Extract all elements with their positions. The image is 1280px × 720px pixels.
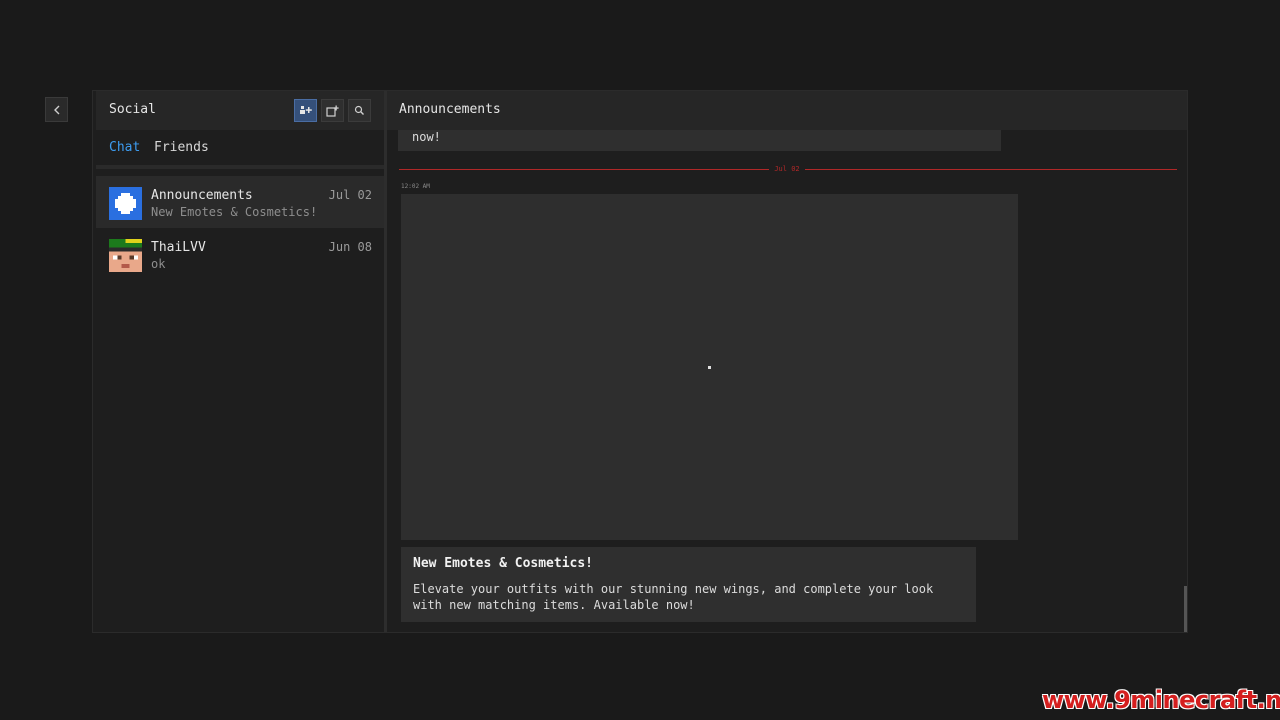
sidebar-title: Social (109, 102, 156, 117)
previous-message-card: now! (398, 130, 1001, 151)
player-head-avatar-icon (109, 239, 142, 272)
social-sidebar: Social Chat Friends Announcements Jul 02… (96, 91, 384, 630)
tabs-divider (96, 165, 384, 169)
date-separator: Jul 02 (399, 165, 1177, 175)
watermark-text: www.9minecraft.net (1042, 686, 1280, 714)
tab-chat[interactable]: Chat (109, 140, 140, 155)
new-group-icon (326, 105, 339, 117)
previous-message-text: now! (412, 130, 441, 144)
date-separator-line (805, 169, 1177, 170)
chat-scrollbar[interactable] (1184, 586, 1187, 632)
tab-friends[interactable]: Friends (154, 140, 209, 155)
chat-title: Announcements (399, 102, 501, 117)
date-separator-label: Jul 02 (774, 165, 800, 173)
back-button[interactable] (45, 97, 68, 122)
conversation-date: Jun 08 (328, 240, 372, 254)
conversation-item-announcements[interactable]: Announcements Jul 02 New Emotes & Cosmet… (96, 176, 384, 228)
search-icon (354, 105, 364, 115)
add-friend-icon (300, 106, 312, 114)
chat-header: Announcements (387, 91, 1187, 130)
new-group-chat-button[interactable] (321, 99, 344, 122)
add-friend-button[interactable] (294, 99, 317, 122)
conversation-list: Announcements Jul 02 New Emotes & Cosmet… (96, 176, 384, 280)
chevron-left-icon (53, 105, 59, 114)
sidebar-header: Social (96, 91, 384, 130)
announcements-avatar-icon (109, 187, 142, 220)
message-card: New Emotes & Cosmetics! Elevate your out… (401, 547, 976, 622)
conversation-name: ThaiLVV (151, 240, 206, 255)
conversation-item-thailvv[interactable]: ThaiLVV Jun 08 ok (96, 228, 384, 280)
loading-indicator (708, 366, 711, 369)
search-button[interactable] (348, 99, 371, 122)
date-separator-line (399, 169, 769, 170)
conversation-preview: New Emotes & Cosmetics! (151, 205, 318, 219)
chat-panel: Announcements now! Jul 02 12:02 AM New E… (387, 91, 1187, 632)
message-title: New Emotes & Cosmetics! (413, 556, 594, 571)
message-body: Elevate your outfits with our stunning n… (413, 582, 934, 612)
sidebar-tabs: Chat Friends (96, 130, 384, 168)
message-timestamp: 12:02 AM (401, 183, 430, 190)
conversation-name: Announcements (151, 188, 253, 203)
social-window: Social Chat Friends Announcements Jul 02… (92, 90, 1188, 633)
message-image-placeholder (401, 194, 1018, 540)
conversation-preview: ok (151, 257, 166, 271)
conversation-date: Jul 02 (328, 188, 372, 202)
